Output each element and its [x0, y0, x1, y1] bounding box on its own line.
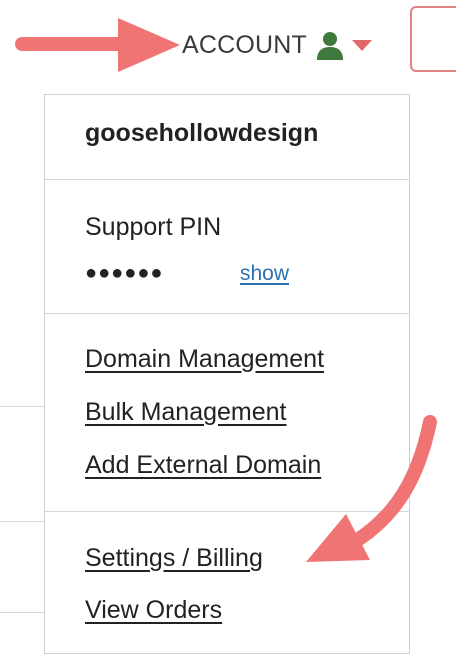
background-divider [0, 612, 44, 613]
header-button[interactable] [410, 6, 456, 72]
background-divider [0, 406, 44, 407]
account-label: ACCOUNT [182, 30, 308, 59]
domain-management-link[interactable]: Domain Management [85, 345, 324, 374]
caret-down-icon [352, 40, 373, 51]
support-pin-label: Support PIN [85, 213, 222, 241]
support-pin-value: ●●●●●● [85, 262, 164, 284]
view-orders-link[interactable]: View Orders [85, 596, 222, 625]
dropdown-divider [45, 179, 409, 180]
account-menu-toggle[interactable]: ACCOUNT [182, 28, 373, 62]
show-pin-link[interactable]: show [240, 262, 289, 286]
account-dropdown: goosehollowdesign Support PIN ●●●●●● sho… [44, 94, 410, 654]
add-external-domain-link[interactable]: Add External Domain [85, 451, 321, 480]
background-divider [0, 521, 44, 522]
settings-billing-link[interactable]: Settings / Billing [85, 544, 263, 573]
account-username: goosehollowdesign [85, 119, 319, 147]
user-icon [317, 32, 344, 60]
annotation-arrow-icon [15, 18, 180, 72]
dropdown-divider [45, 313, 409, 314]
dropdown-divider [45, 511, 409, 512]
bulk-management-link[interactable]: Bulk Management [85, 398, 287, 427]
